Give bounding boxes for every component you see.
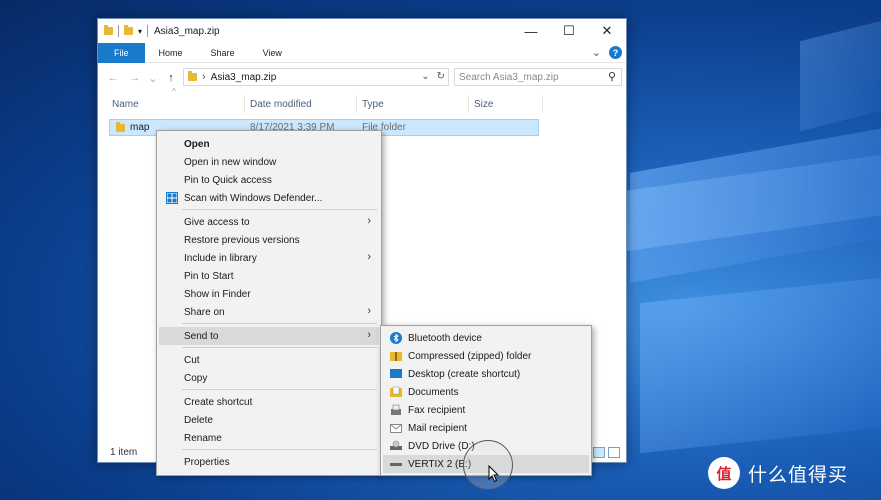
send-to-compressed-folder[interactable]: Compressed (zipped) folder bbox=[383, 347, 589, 365]
forward-button[interactable]: → bbox=[124, 72, 146, 84]
recent-locations-button[interactable]: ⌄ bbox=[146, 72, 160, 85]
windows-defender-icon bbox=[166, 192, 178, 204]
chevron-right-icon: › bbox=[367, 305, 371, 317]
menu-item-pin-start[interactable]: Pin to Start bbox=[159, 267, 379, 285]
menu-item-share-on[interactable]: Share on › bbox=[159, 303, 379, 321]
menu-item-open[interactable]: Open bbox=[159, 135, 379, 153]
menu-item-cut[interactable]: Cut bbox=[159, 351, 379, 369]
menu-item-give-access[interactable]: Give access to › bbox=[159, 213, 379, 231]
item-count: 1 item bbox=[110, 447, 138, 458]
tab-home[interactable]: Home bbox=[145, 43, 197, 63]
mail-icon bbox=[390, 422, 402, 434]
menu-item-copy[interactable]: Copy bbox=[159, 369, 379, 387]
send-to-documents[interactable]: Documents bbox=[383, 383, 589, 401]
menu-separator bbox=[182, 209, 377, 210]
new-folder-icon[interactable] bbox=[124, 25, 133, 35]
watermark: 值 什么值得买 bbox=[708, 456, 848, 490]
menu-separator bbox=[182, 449, 377, 450]
menu-separator bbox=[182, 347, 377, 348]
column-type[interactable]: Type bbox=[358, 95, 468, 113]
menu-separator bbox=[182, 323, 377, 324]
navigation-bar: ← → ⌄ ↑ › Asia3_map.zip ⌄ ↻ Search Asia3… bbox=[98, 67, 626, 89]
menu-item-rename[interactable]: Rename bbox=[159, 429, 379, 447]
send-to-bluetooth[interactable]: Bluetooth device bbox=[383, 329, 589, 347]
search-icon[interactable]: ⚲ bbox=[608, 70, 616, 83]
dvd-drive-icon bbox=[390, 440, 402, 452]
folder-icon bbox=[188, 71, 197, 81]
details-view-icon[interactable] bbox=[593, 447, 605, 458]
bluetooth-icon bbox=[390, 332, 402, 344]
address-history-icon[interactable]: ⌄ bbox=[421, 71, 429, 82]
column-date-modified[interactable]: Date modified bbox=[246, 95, 356, 113]
chevron-right-icon: › bbox=[367, 251, 371, 263]
maximize-button[interactable]: ☐ bbox=[550, 19, 588, 43]
menu-item-create-shortcut[interactable]: Create shortcut bbox=[159, 393, 379, 411]
send-to-mail[interactable]: Mail recipient bbox=[383, 419, 589, 437]
documents-icon bbox=[390, 386, 402, 398]
minimize-button[interactable]: — bbox=[512, 19, 550, 43]
menu-item-properties[interactable]: Properties bbox=[159, 453, 379, 471]
breadcrumb-path[interactable]: Asia3_map.zip bbox=[211, 72, 277, 83]
column-headers: ^ Name Date modified Type Size bbox=[98, 87, 626, 113]
window-title: Asia3_map.zip bbox=[154, 25, 220, 37]
chevron-right-icon: › bbox=[367, 329, 371, 341]
close-button[interactable]: ✕ bbox=[588, 19, 626, 43]
divider bbox=[147, 25, 149, 37]
tab-file[interactable]: File bbox=[98, 42, 145, 63]
usb-drive-icon bbox=[390, 458, 402, 470]
search-placeholder: Search Asia3_map.zip bbox=[459, 71, 559, 83]
mouse-pointer-icon bbox=[488, 465, 500, 483]
column-name[interactable]: Name bbox=[108, 95, 244, 113]
desktop-icon bbox=[390, 368, 402, 380]
divider bbox=[118, 25, 119, 37]
help-icon[interactable]: ? bbox=[609, 46, 622, 59]
file-name: map bbox=[130, 122, 150, 133]
menu-item-restore-versions[interactable]: Restore previous versions bbox=[159, 231, 379, 249]
menu-item-open-new-window[interactable]: Open in new window bbox=[159, 153, 379, 171]
customize-qat-icon[interactable]: ▾ bbox=[138, 27, 142, 36]
refresh-icon[interactable]: ↻ bbox=[437, 71, 445, 82]
breadcrumb-separator[interactable]: › bbox=[202, 71, 206, 83]
watermark-logo: 值 bbox=[708, 457, 740, 489]
send-to-desktop[interactable]: Desktop (create shortcut) bbox=[383, 365, 589, 383]
menu-separator bbox=[182, 389, 377, 390]
send-to-fax[interactable]: Fax recipient bbox=[383, 401, 589, 419]
address-bar[interactable]: › Asia3_map.zip ⌄ ↻ bbox=[183, 68, 449, 86]
watermark-text: 什么值得买 bbox=[748, 463, 849, 486]
up-button[interactable]: ↑ bbox=[160, 72, 182, 84]
menu-item-show-finder[interactable]: Show in Finder bbox=[159, 285, 379, 303]
large-icons-view-icon[interactable] bbox=[608, 447, 620, 458]
search-input[interactable]: Search Asia3_map.zip ⚲ bbox=[454, 68, 622, 86]
back-button[interactable]: ← bbox=[102, 72, 124, 84]
ribbon-tabs: File Home Share View ⌄ ? bbox=[98, 42, 626, 63]
title-bar[interactable]: ▾ Asia3_map.zip — ☐ ✕ bbox=[98, 19, 626, 43]
folder-icon bbox=[104, 25, 113, 35]
menu-item-pin-quick-access[interactable]: Pin to Quick access bbox=[159, 171, 379, 189]
fax-icon bbox=[390, 404, 402, 416]
menu-item-send-to[interactable]: Send to › bbox=[159, 327, 379, 345]
zip-folder-icon bbox=[390, 350, 402, 362]
quick-access-toolbar: ▾ bbox=[98, 25, 149, 37]
menu-item-scan-defender[interactable]: Scan with Windows Defender... bbox=[159, 189, 379, 207]
tab-share[interactable]: Share bbox=[197, 43, 249, 63]
folder-icon bbox=[116, 122, 125, 132]
menu-item-delete[interactable]: Delete bbox=[159, 411, 379, 429]
expand-ribbon-icon[interactable]: ⌄ bbox=[592, 46, 601, 59]
view-switcher bbox=[593, 447, 620, 458]
context-menu: Open Open in new window Pin to Quick acc… bbox=[156, 130, 382, 476]
chevron-right-icon: › bbox=[367, 215, 371, 227]
tab-view[interactable]: View bbox=[249, 43, 296, 63]
column-size[interactable]: Size bbox=[470, 95, 540, 113]
menu-item-include-library[interactable]: Include in library › bbox=[159, 249, 379, 267]
